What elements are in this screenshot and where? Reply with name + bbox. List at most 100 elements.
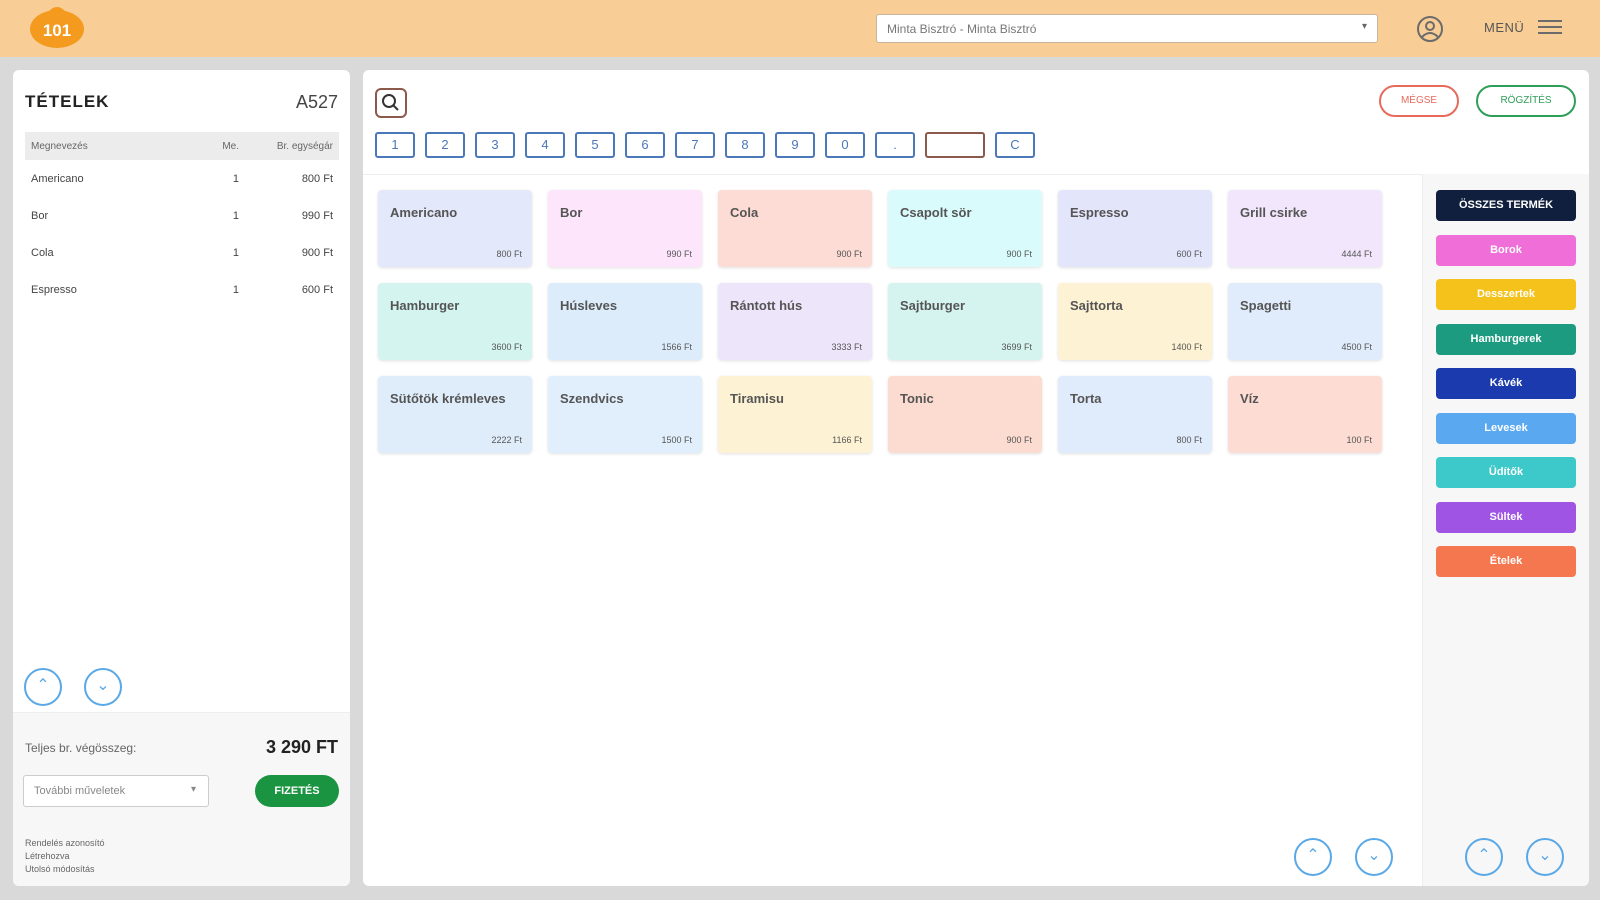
product-name: Grill csirke: [1240, 205, 1308, 220]
product-price: 900 Ft: [1006, 435, 1032, 445]
item-price: 990 Ft: [301, 209, 333, 222]
item-name: Americano: [31, 172, 84, 185]
product-price: 1500 Ft: [661, 435, 692, 445]
product-price: 3699 Ft: [1001, 342, 1032, 352]
search-button[interactable]: [375, 88, 407, 118]
product-price: 2222 Ft: [491, 435, 522, 445]
product-tile[interactable]: Sajtburger 3699 Ft: [888, 283, 1042, 360]
product-name: Hamburger: [390, 298, 460, 313]
save-button[interactable]: RÖGZÍTÉS: [1476, 85, 1576, 117]
numpad-key-5[interactable]: 5: [575, 132, 615, 158]
category-button[interactable]: Levesek: [1436, 412, 1576, 444]
search-icon: [382, 94, 399, 111]
item-qty: 1: [232, 246, 239, 259]
product-tile[interactable]: Espresso 600 Ft: [1058, 190, 1212, 267]
menu-label[interactable]: MENÜ: [1484, 20, 1524, 35]
order-code: A527: [295, 92, 338, 112]
scroll-up-button[interactable]: ⌃: [24, 668, 62, 706]
products-scroll-down-button[interactable]: ⌄: [1355, 838, 1393, 876]
product-tile[interactable]: Americano 800 Ft: [378, 190, 532, 267]
product-tile[interactable]: Hamburger 3600 Ft: [378, 283, 532, 360]
numpad-key-2[interactable]: 2: [425, 132, 465, 158]
column-header-price: Br. egységár: [276, 140, 333, 152]
pay-button[interactable]: FIZETÉS: [255, 775, 339, 807]
chevron-down-icon: ⌄: [96, 677, 110, 694]
modified-label: Utolsó módosítás: [25, 864, 95, 874]
numpad-key-dot[interactable]: .: [875, 132, 915, 158]
numpad-key-1[interactable]: 1: [375, 132, 415, 158]
product-tile[interactable]: Csapolt sör 900 Ft: [888, 190, 1042, 267]
cancel-button[interactable]: MÉGSE: [1379, 85, 1459, 117]
item-qty: 1: [232, 283, 239, 296]
category-button[interactable]: Sültek: [1436, 501, 1576, 533]
numpad-key-clear[interactable]: C: [995, 132, 1035, 158]
category-button[interactable]: Kávék: [1436, 368, 1576, 399]
table-row[interactable]: Bor 1 990 Ft: [25, 197, 339, 234]
column-header-qty: Me.: [222, 140, 239, 152]
category-button[interactable]: ÖSSZES TERMÉK: [1436, 190, 1576, 221]
numpad-key-6[interactable]: 6: [625, 132, 665, 158]
category-button[interactable]: Borok: [1436, 234, 1576, 266]
product-tile[interactable]: Szendvics 1500 Ft: [548, 376, 702, 453]
chevron-down-icon: ⌄: [1538, 847, 1552, 864]
product-tile[interactable]: Víz 100 Ft: [1228, 376, 1382, 453]
numpad-key-7[interactable]: 7: [675, 132, 715, 158]
created-label: Létrehozva: [25, 851, 70, 861]
product-tile[interactable]: Torta 800 Ft: [1058, 376, 1212, 453]
item-name: Cola: [31, 246, 54, 259]
numpad-key-3[interactable]: 3: [475, 132, 515, 158]
table-row[interactable]: Cola 1 900 Ft: [25, 234, 339, 271]
order-meta: Rendelés azonosító Létrehozva Utolsó mód…: [25, 837, 105, 876]
product-name: Tonic: [900, 391, 934, 406]
venue-select[interactable]: Minta Bisztró - Minta Bisztró ▾: [876, 14, 1378, 43]
table-row[interactable]: Espresso 1 600 Ft: [25, 271, 339, 308]
product-tile[interactable]: Bor 990 Ft: [548, 190, 702, 267]
item-price: 800 Ft: [301, 172, 333, 185]
user-icon[interactable]: [1416, 15, 1444, 43]
product-tile[interactable]: Cola 900 Ft: [718, 190, 872, 267]
more-actions-label: További műveletek: [34, 785, 126, 797]
table-row[interactable]: Americano 1 800 Ft: [25, 160, 339, 197]
product-tile[interactable]: Tiramisu 1166 Ft: [718, 376, 872, 453]
product-name: Tiramisu: [730, 391, 784, 406]
numpad-key-4[interactable]: 4: [525, 132, 565, 158]
product-price: 4500 Ft: [1341, 342, 1372, 352]
scroll-down-button[interactable]: ⌄: [84, 668, 122, 706]
numpad-key-9[interactable]: 9: [775, 132, 815, 158]
product-name: Rántott hús: [730, 298, 803, 313]
divider: [363, 174, 1589, 175]
category-button[interactable]: Desszertek: [1436, 279, 1576, 310]
category-button[interactable]: Üdítők: [1436, 457, 1576, 488]
numpad-key-0[interactable]: 0: [825, 132, 865, 158]
category-button[interactable]: Ételek: [1436, 546, 1576, 577]
product-name: Torta: [1070, 391, 1102, 406]
more-actions-select[interactable]: További műveletek ▾: [23, 775, 209, 807]
category-button[interactable]: Hamburgerek: [1436, 323, 1576, 355]
product-tile[interactable]: Grill csirke 4444 Ft: [1228, 190, 1382, 267]
product-tile[interactable]: Sütőtök krémleves 2222 Ft: [378, 376, 532, 453]
column-header-name: Megnevezés: [31, 140, 88, 152]
products-scroll-up-button[interactable]: ⌃: [1294, 838, 1332, 876]
categories-scroll-down-button[interactable]: ⌄: [1526, 838, 1564, 876]
hamburger-menu-icon[interactable]: [1538, 20, 1562, 36]
numpad: 1 2 3 4 5 6 7 8 9 0 . C: [375, 132, 1045, 158]
product-tile[interactable]: Spagetti 4500 Ft: [1228, 283, 1382, 360]
logo-icon[interactable]: 101: [28, 7, 86, 49]
top-bar: 101 Minta Bisztró - Minta Bisztró ▾ MENÜ: [0, 0, 1600, 57]
product-name: Bor: [560, 205, 583, 220]
product-name: Espresso: [1070, 205, 1129, 220]
product-name: Sajtburger: [900, 298, 966, 313]
product-price: 990 Ft: [666, 249, 692, 259]
total-value: 3 290 FT: [265, 737, 338, 757]
categories-scroll-up-button[interactable]: ⌃: [1465, 838, 1503, 876]
item-price: 600 Ft: [301, 283, 333, 296]
product-tile[interactable]: Húsleves 1566 Ft: [548, 283, 702, 360]
product-price: 900 Ft: [836, 249, 862, 259]
numpad-key-8[interactable]: 8: [725, 132, 765, 158]
product-tile[interactable]: Sajttorta 1400 Ft: [1058, 283, 1212, 360]
product-tile[interactable]: Rántott hús 3333 Ft: [718, 283, 872, 360]
chevron-up-icon: ⌃: [1477, 847, 1491, 864]
product-tile[interactable]: Tonic 900 Ft: [888, 376, 1042, 453]
product-name: Americano: [390, 205, 458, 220]
quantity-input[interactable]: [925, 132, 985, 158]
